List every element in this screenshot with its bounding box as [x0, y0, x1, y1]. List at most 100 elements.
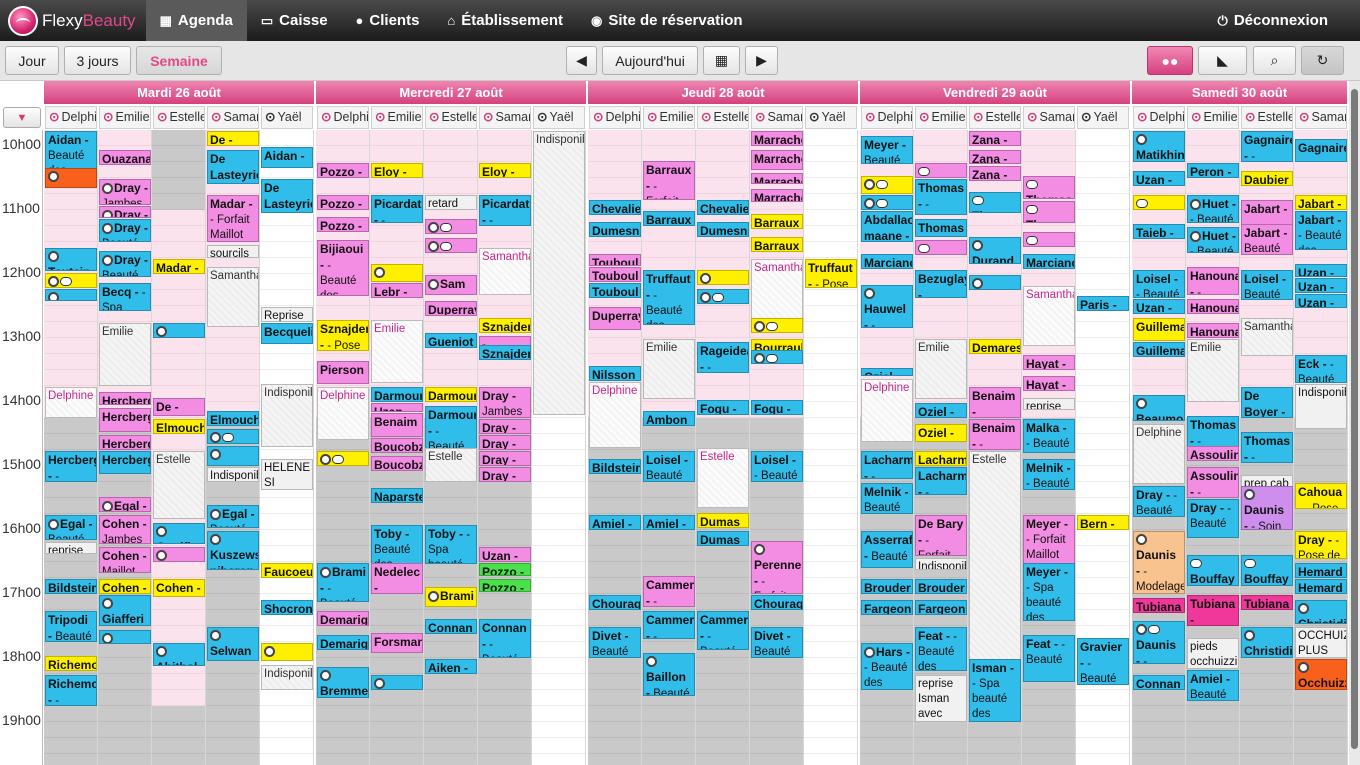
appointment[interactable] [1023, 231, 1075, 247]
appointment[interactable]: Cammerm - - Forfait [643, 575, 695, 607]
appointment[interactable]: Aiken - [425, 659, 477, 674]
appointment[interactable]: Jabart - Beauté [1241, 223, 1293, 255]
appointment[interactable]: Christidis - [1241, 627, 1293, 658]
appointment[interactable]: Dray - Beauté [99, 219, 151, 242]
appointment[interactable]: Perennes - - Forfait [751, 540, 803, 594]
appointment[interactable]: Gravier - - Beauté des Mains [1077, 638, 1129, 686]
appointment[interactable]: Abdallaoui maane - [861, 211, 913, 242]
appointment[interactable]: Meyer - Beauté [861, 135, 913, 164]
appointment[interactable]: Delphine [1133, 423, 1185, 484]
appointment[interactable]: Thomas - [1023, 175, 1075, 199]
appointment[interactable] [207, 428, 259, 444]
nav-agenda[interactable]: ▦ Agenda [145, 0, 247, 41]
vertical-scrollbar[interactable] [1349, 81, 1360, 765]
staff-header[interactable]: ⊙ Emilie [371, 106, 423, 129]
appointment[interactable]: Benaim - - Maillot [969, 419, 1021, 450]
appointment[interactable]: Jabart - [1241, 199, 1293, 226]
date-picker-button[interactable]: ▦ [703, 46, 740, 75]
appointment[interactable]: Dray - Jambes [99, 179, 151, 206]
appointment[interactable]: Cammerm - - Beauté [643, 611, 695, 639]
appointment[interactable]: Emilie [1187, 339, 1239, 402]
appointment[interactable]: Loisel - Beauté [643, 451, 695, 482]
appointment[interactable]: Faucoeur - [261, 563, 313, 578]
appointment[interactable]: Egal - Beauté [45, 515, 97, 540]
view-week-button[interactable]: Semaine [136, 46, 222, 75]
appointment[interactable]: Paris - [1077, 295, 1129, 311]
appointment[interactable]: Brami - - Beauté [317, 563, 369, 602]
appointment[interactable] [751, 318, 803, 334]
appointment[interactable]: retard [425, 195, 477, 210]
appointment[interactable]: Cohen - Jambes [99, 515, 151, 545]
appointment[interactable]: Benaim - [371, 412, 423, 438]
appointment[interactable] [1133, 195, 1185, 210]
appointment[interactable]: Dray - - Beauté [1187, 499, 1239, 538]
appointment[interactable]: Benaim - Jambes [969, 387, 1021, 418]
appointment[interactable]: Toby - Beauté des Mains [371, 524, 423, 569]
appointment[interactable]: reprise Isman avec Yaël [915, 675, 967, 722]
appointment[interactable]: Melnik - Beauté [861, 483, 913, 514]
appointment[interactable] [45, 289, 97, 302]
appointment[interactable]: Bern - [1077, 515, 1129, 530]
appointment[interactable]: sourcils [207, 244, 259, 258]
appointment[interactable]: Goulfier - [153, 523, 205, 545]
view-day-button[interactable]: Jour [5, 46, 59, 75]
appointment[interactable]: Samantha [751, 259, 803, 322]
appointment[interactable]: Eck - - Beauté [1295, 355, 1347, 383]
appointment[interactable]: Hercberg - - Maillot [99, 407, 151, 433]
previous-button[interactable]: ◀ [566, 46, 597, 75]
appointment[interactable]: Dumas - [697, 531, 749, 546]
appointment[interactable]: Chouraqui - [589, 595, 641, 610]
appointment[interactable]: reprise lolo [1023, 398, 1075, 410]
appointment[interactable]: Delphine [45, 387, 97, 418]
staff-header[interactable]: ⊙ Emilie [99, 106, 151, 129]
appointment[interactable]: Meyer - - Forfait Maillot [1023, 515, 1075, 566]
appointment[interactable]: Asserraf - Beauté [861, 531, 913, 569]
appointment[interactable] [317, 451, 369, 466]
appointment[interactable]: Delphine [589, 382, 641, 449]
appointment[interactable]: Daunis - - Modelage avec [1133, 531, 1185, 594]
appointment[interactable]: Uzan - [1295, 294, 1347, 308]
appointment[interactable]: De - [153, 398, 205, 417]
appointment[interactable]: Chevalier - [697, 199, 749, 215]
staff-header[interactable]: ⊙ Samar [479, 106, 531, 129]
staff-header[interactable]: ⊙ Samar [751, 106, 803, 129]
appointment[interactable]: reprise [45, 542, 97, 554]
appointment[interactable]: Brouder - [915, 579, 967, 594]
appointment[interactable]: Barraux - - Forfait Maillot [643, 161, 695, 201]
appointment[interactable]: Hercberg - - Beauté [99, 451, 151, 474]
staff-header[interactable]: ⊙ Emilie [643, 106, 695, 129]
appointment[interactable]: Hercberg - - Beauté [45, 451, 97, 482]
staff-header[interactable]: ⊙ Yaël [805, 106, 857, 129]
appointment[interactable]: Marciano - [861, 254, 913, 270]
staff-header[interactable]: ⊙ Delphi [861, 106, 913, 129]
appointment[interactable]: Bijiaoui - - Beauté des Mains + Pose de [317, 239, 369, 297]
appointment[interactable]: Estelle [697, 447, 749, 508]
appointment[interactable]: Dray - Beauté [99, 251, 151, 278]
nav-etablissement[interactable]: ⌂ Établissement [433, 0, 577, 41]
appointment[interactable]: Duperray - [425, 300, 477, 316]
appointment[interactable]: Bildstein - [589, 459, 641, 474]
appointment[interactable]: Hanouna - - Maillot [1187, 299, 1239, 314]
appointment[interactable] [697, 289, 749, 305]
staff-header[interactable]: ⊙ Estelle [153, 106, 205, 129]
appointment[interactable]: Thomas - - Beauté [915, 179, 967, 215]
appointment[interactable]: Hanouna - [1187, 323, 1239, 338]
appointment[interactable]: Pozzo - [317, 195, 369, 210]
staff-header[interactable]: ⊙ Estelle [425, 106, 477, 129]
appointment[interactable]: Oziel - [915, 423, 967, 442]
appointment[interactable]: Huet - - Beauté [1187, 227, 1239, 254]
appointment[interactable]: Estelle [425, 447, 477, 482]
appointment[interactable]: Dray - [479, 419, 531, 434]
staff-header[interactable]: ⊙ Delphi [589, 106, 641, 129]
appointment[interactable]: Gagnaire - - Beauté [1295, 139, 1347, 162]
appointment[interactable]: Selwan - [207, 627, 259, 662]
appointment[interactable]: Darmouni - - Beauté des Mains [425, 406, 477, 450]
appointment[interactable]: Pozzo - [479, 579, 531, 593]
search-button[interactable]: ⌕ [1253, 46, 1296, 75]
appointment[interactable]: Nilsson - [589, 366, 641, 382]
appointment[interactable]: Malka - - Beauté [1023, 419, 1075, 454]
appointment[interactable]: Elmouchr - [153, 419, 205, 434]
appointment[interactable]: Chouraqui - [751, 595, 803, 610]
staff-header[interactable]: ⊙ Yaël [533, 106, 585, 129]
appointment[interactable]: Pierson - - Maillot [317, 361, 369, 385]
